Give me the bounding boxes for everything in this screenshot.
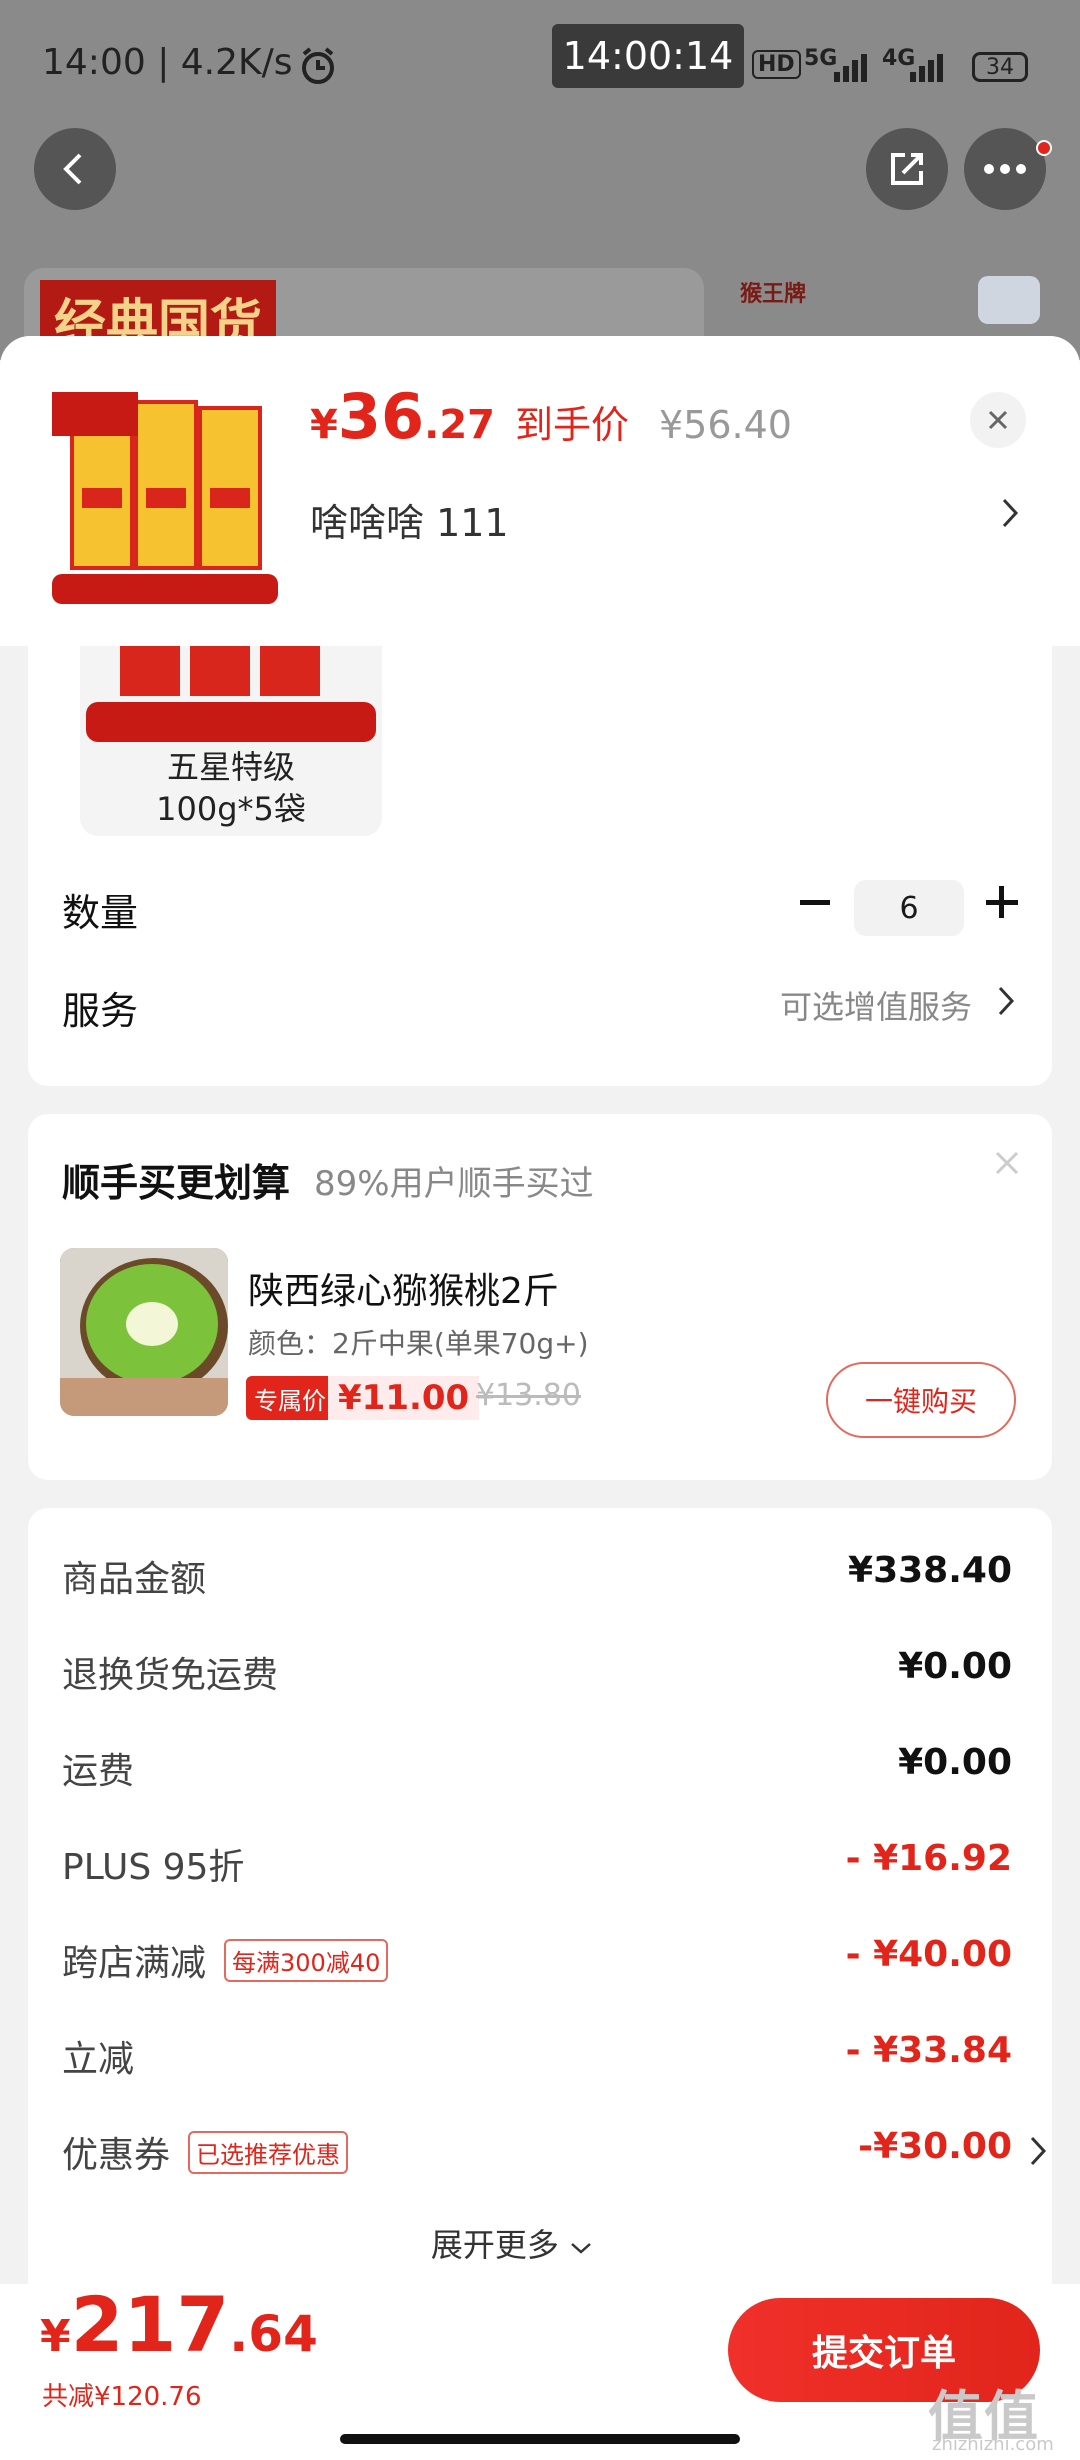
fee-value: ¥338.40 bbox=[848, 1550, 1012, 1591]
brand-logo-text: 猴王牌 bbox=[740, 282, 807, 307]
share-icon bbox=[891, 153, 923, 185]
fee-label: 优惠券 bbox=[62, 2135, 171, 2176]
total-decimal: .64 bbox=[229, 2305, 318, 2363]
total-integer: 217 bbox=[70, 2280, 230, 2369]
fee-label-with-tag: 优惠券 已选推荐优惠 bbox=[62, 2126, 349, 2178]
status-left-text: 14:00 | 4.2K/s bbox=[42, 42, 293, 83]
quantity-label: 数量 bbox=[62, 891, 139, 935]
bundle-product-name[interactable]: 陕西绿心猕猴桃2斤 bbox=[248, 1262, 559, 1314]
hd-icon: HD bbox=[752, 50, 801, 79]
fee-tag: 已选推荐优惠 bbox=[188, 2130, 349, 2174]
total-currency: ¥ bbox=[40, 2311, 71, 2362]
fee-label: 退换货免运费 bbox=[62, 1655, 279, 1696]
exclusive-price: ¥11.00 bbox=[328, 1376, 480, 1420]
price-row: ¥ 36 .27 到手价 ¥56.40 bbox=[310, 380, 792, 453]
fee-value: ¥0.00 bbox=[898, 1742, 1012, 1783]
signal-icon bbox=[834, 52, 874, 86]
close-icon bbox=[988, 410, 1008, 430]
quantity-increase-button[interactable] bbox=[986, 872, 1018, 944]
fee-row: 商品金额 ¥338.40 bbox=[62, 1550, 1012, 1610]
alarm-icon bbox=[298, 46, 338, 90]
service-hint[interactable]: 可选增值服务 bbox=[780, 982, 972, 1028]
spec-card: 五星特级 100g*5袋 数量 6 服务 可选增值服务 bbox=[28, 646, 1052, 1086]
total-saved: 共减¥120.76 bbox=[42, 2382, 202, 2412]
one-click-buy-button[interactable]: 一键购买 bbox=[826, 1362, 1016, 1438]
fee-row: 退换货免运费 ¥0.00 bbox=[62, 1646, 1012, 1706]
original-price: ¥56.40 bbox=[659, 403, 792, 447]
variant-thumbnail bbox=[86, 646, 376, 742]
expand-more-label: 展开更多 bbox=[430, 2226, 559, 2264]
exclusive-price-badge: 专属价 bbox=[246, 1376, 334, 1420]
service-label: 服务 bbox=[62, 989, 139, 1033]
fee-label: 立减 bbox=[62, 2039, 135, 2080]
price-integer: 36 bbox=[337, 380, 425, 453]
fee-row: 运费 ¥0.00 bbox=[62, 1742, 1012, 1802]
fee-label: 跨店满减 bbox=[62, 1943, 207, 1984]
price-label: 到手价 bbox=[514, 403, 629, 447]
close-icon bbox=[995, 1151, 1019, 1175]
battery-icon: 34 bbox=[972, 52, 1028, 82]
variant-size: 100g*5袋 bbox=[156, 790, 306, 828]
fee-value: - ¥16.92 bbox=[845, 1838, 1012, 1879]
coupon-row[interactable]: 优惠券 已选推荐优惠 -¥30.00 bbox=[62, 2126, 1048, 2186]
bundle-close-button[interactable] bbox=[994, 1144, 1020, 1185]
close-sheet-button[interactable] bbox=[970, 392, 1026, 448]
service-chevron-icon[interactable] bbox=[996, 984, 1016, 1027]
clock-overlay: 14:00:14 bbox=[552, 24, 744, 88]
fee-tag: 每满300减40 bbox=[224, 1938, 389, 1982]
purchase-sheet: ¥ 36 .27 到手价 ¥56.40 啥啥啥 111 五星特级 100g*5袋 bbox=[0, 336, 1080, 2460]
fee-value: - ¥33.84 bbox=[845, 2030, 1012, 2071]
bundle-recommendation-card: 顺手买更划算 89%用户顺手买过 陕西绿心猕猴桃2斤 颜色：2斤中果(单果70g… bbox=[28, 1114, 1052, 1480]
more-dots-icon bbox=[984, 164, 1026, 174]
quantity-input[interactable]: 6 bbox=[854, 880, 964, 936]
fee-row: 跨店满减 每满300减40 - ¥40.00 bbox=[62, 1934, 1012, 1994]
quantity-decrease-button[interactable] bbox=[800, 872, 830, 944]
fee-label: PLUS 95折 bbox=[62, 1847, 245, 1888]
kiwi-product-image bbox=[60, 1248, 228, 1416]
fee-label: 运费 bbox=[62, 1751, 135, 1792]
share-button[interactable] bbox=[866, 128, 948, 210]
coupon-chevron-icon[interactable] bbox=[1028, 2134, 1048, 2172]
variant-option-selected[interactable]: 五星特级 100g*5袋 bbox=[80, 646, 382, 836]
back-arrow-icon bbox=[63, 153, 82, 185]
bundle-title: 顺手买更划算 bbox=[62, 1161, 291, 1205]
network-5g-icon: 5G bbox=[804, 46, 838, 71]
back-button[interactable] bbox=[34, 128, 116, 210]
more-button[interactable] bbox=[964, 128, 1046, 210]
fee-row: PLUS 95折 - ¥16.92 bbox=[62, 1838, 1012, 1898]
bundle-product-spec: 颜色：2斤中果(单果70g+) bbox=[248, 1327, 589, 1360]
home-indicator[interactable] bbox=[340, 2434, 740, 2444]
delivery-address[interactable]: 啥啥啥 111 bbox=[310, 492, 509, 547]
brand-logo-icon bbox=[978, 276, 1040, 324]
fee-value: - ¥40.00 bbox=[845, 1934, 1012, 1975]
price-currency: ¥ bbox=[310, 402, 338, 448]
variant-name: 五星特级 bbox=[166, 748, 295, 786]
price-decimal: .27 bbox=[424, 402, 495, 448]
signal-icon-2 bbox=[910, 52, 950, 86]
expand-more-button[interactable]: 展开更多 bbox=[0, 2220, 1024, 2266]
notification-dot bbox=[1036, 140, 1052, 156]
bundle-subtitle: 89%用户顺手买过 bbox=[314, 1164, 594, 1204]
product-thumbnail bbox=[52, 388, 278, 608]
watermark-url: zhizhizhi.com bbox=[932, 2434, 1054, 2455]
total-price: ¥ 217 .64 bbox=[40, 2280, 318, 2369]
fee-value: -¥30.00 bbox=[858, 2126, 1012, 2167]
fee-label: 商品金额 bbox=[62, 1559, 207, 1600]
variant-label: 五星特级 100g*5袋 bbox=[80, 746, 382, 830]
sheet-header: ¥ 36 .27 到手价 ¥56.40 啥啥啥 111 bbox=[0, 336, 1080, 646]
fee-value: ¥0.00 bbox=[898, 1646, 1012, 1687]
fee-row: 立减 - ¥33.84 bbox=[62, 2030, 1012, 2090]
fee-label-with-tag: 跨店满减 每满300减40 bbox=[62, 1934, 389, 1986]
bundle-original-price: ¥13.80 bbox=[476, 1378, 581, 1413]
address-chevron-icon[interactable] bbox=[1000, 496, 1020, 539]
chevron-down-icon bbox=[571, 2243, 591, 2254]
